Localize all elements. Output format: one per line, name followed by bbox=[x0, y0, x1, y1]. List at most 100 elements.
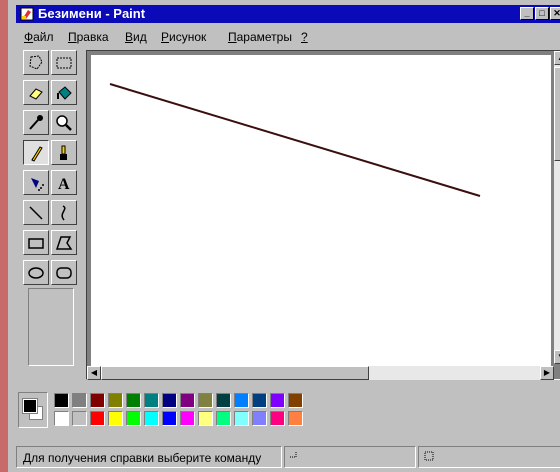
svg-text:A: A bbox=[58, 176, 70, 192]
arrow-left-icon: ◀ bbox=[90, 368, 98, 377]
horizontal-scrollbar[interactable]: ◀ ▶ bbox=[87, 366, 554, 380]
palette-swatch[interactable] bbox=[72, 393, 87, 408]
text-icon: A bbox=[58, 176, 70, 192]
horizontal-scroll-thumb[interactable] bbox=[101, 366, 369, 380]
rectangle-icon bbox=[28, 238, 44, 249]
cursor-position-icon bbox=[290, 451, 297, 458]
menu-view[interactable]: Вид bbox=[125, 30, 147, 44]
palette-swatch[interactable] bbox=[270, 393, 285, 408]
magnifier-icon bbox=[56, 115, 72, 131]
status-size-panel bbox=[418, 446, 560, 468]
tool-free-form-select[interactable] bbox=[23, 50, 49, 75]
palette-swatch[interactable] bbox=[288, 393, 303, 408]
palette-swatch[interactable] bbox=[54, 393, 69, 408]
palette-swatch[interactable] bbox=[180, 393, 195, 408]
eraser-icon bbox=[29, 88, 43, 100]
selection-size-icon bbox=[424, 451, 434, 461]
palette-swatch[interactable] bbox=[144, 393, 159, 408]
palette-swatch[interactable] bbox=[126, 393, 141, 408]
tool-rectangle[interactable] bbox=[23, 230, 49, 255]
palette-swatch[interactable] bbox=[180, 411, 195, 426]
palette-swatch[interactable] bbox=[234, 393, 249, 408]
close-button[interactable]: ✕ bbox=[550, 7, 560, 20]
palette-swatch[interactable] bbox=[144, 411, 159, 426]
menu-help[interactable]: ? bbox=[301, 30, 308, 44]
airbrush-icon bbox=[31, 178, 44, 191]
status-position-panel bbox=[284, 446, 416, 468]
tool-fill[interactable] bbox=[51, 80, 77, 105]
palette-swatch[interactable] bbox=[90, 393, 105, 408]
ellipse-icon bbox=[28, 267, 44, 279]
pencil-icon bbox=[31, 146, 43, 162]
brush-icon bbox=[60, 145, 67, 160]
palette-swatch[interactable] bbox=[288, 411, 303, 426]
tool-polygon[interactable] bbox=[51, 230, 77, 255]
palette-swatch[interactable] bbox=[126, 411, 141, 426]
paint-app-icon bbox=[20, 7, 34, 21]
menu-bar: Файл Правка Вид Рисунок Параметры ? bbox=[16, 28, 560, 48]
paint-window: Безимени - Paint _ □ ✕ Файл Правка Вид Р… bbox=[0, 0, 560, 472]
tool-eraser[interactable] bbox=[23, 80, 49, 105]
palette-swatch[interactable] bbox=[216, 393, 231, 408]
palette-swatch[interactable] bbox=[108, 393, 123, 408]
tool-ellipse[interactable] bbox=[23, 260, 49, 285]
palette-swatch[interactable] bbox=[162, 393, 177, 408]
color-palette bbox=[18, 390, 318, 430]
palette-swatch[interactable] bbox=[54, 411, 69, 426]
palette-swatch[interactable] bbox=[162, 411, 177, 426]
tool-select[interactable] bbox=[51, 50, 77, 75]
maximize-icon: □ bbox=[539, 8, 545, 18]
select-icon bbox=[56, 57, 72, 69]
canvas-area: ▲ ▼ ◀ ▶ bbox=[86, 50, 560, 380]
rounded-rectangle-icon bbox=[56, 267, 72, 279]
free-form-select-icon bbox=[29, 55, 43, 70]
palette-swatch[interactable] bbox=[108, 411, 123, 426]
window-title: Безимени - Paint bbox=[38, 6, 146, 21]
current-colors[interactable] bbox=[18, 392, 48, 428]
tool-pick-color[interactable] bbox=[23, 110, 49, 135]
scroll-right-button[interactable]: ▶ bbox=[540, 366, 554, 380]
minimize-icon: _ bbox=[524, 8, 530, 18]
palette-swatch[interactable] bbox=[198, 393, 213, 408]
polygon-icon bbox=[55, 236, 73, 250]
palette-swatch[interactable] bbox=[72, 411, 87, 426]
pick-color-icon bbox=[29, 115, 43, 130]
vertical-scrollbar[interactable]: ▲ ▼ bbox=[554, 51, 560, 364]
scroll-down-button[interactable]: ▼ bbox=[554, 350, 560, 364]
drawn-line bbox=[109, 83, 481, 197]
arrow-right-icon: ▶ bbox=[543, 368, 551, 377]
tool-curve[interactable] bbox=[51, 200, 77, 225]
status-help-text: Для получения справки выберите команду bbox=[23, 451, 262, 465]
status-bar: Для получения справки выберите команду bbox=[16, 444, 560, 468]
tool-rounded-rectangle[interactable] bbox=[51, 260, 77, 285]
minimize-button[interactable]: _ bbox=[520, 7, 534, 20]
fill-bucket-icon bbox=[57, 86, 72, 100]
menu-image[interactable]: Рисунок bbox=[161, 30, 206, 44]
palette-swatch[interactable] bbox=[90, 411, 105, 426]
title-bar: Безимени - Paint _ □ ✕ bbox=[16, 5, 560, 23]
palette-swatch[interactable] bbox=[252, 393, 267, 408]
scroll-up-button[interactable]: ▲ bbox=[554, 51, 560, 65]
palette-swatch[interactable] bbox=[270, 411, 285, 426]
palette-swatch[interactable] bbox=[216, 411, 231, 426]
curve-icon bbox=[61, 205, 66, 221]
palette-swatch[interactable] bbox=[234, 411, 249, 426]
drawing-canvas[interactable] bbox=[91, 55, 551, 367]
tool-brush[interactable] bbox=[51, 140, 77, 165]
tool-pencil[interactable] bbox=[23, 140, 49, 165]
menu-options[interactable]: Параметры bbox=[228, 30, 292, 44]
vertical-scroll-thumb[interactable] bbox=[554, 67, 560, 161]
tool-text[interactable]: A bbox=[51, 170, 77, 195]
scroll-left-button[interactable]: ◀ bbox=[87, 366, 101, 380]
tool-magnifier[interactable] bbox=[51, 110, 77, 135]
close-icon: ✕ bbox=[553, 8, 560, 18]
tool-options-box[interactable] bbox=[28, 288, 74, 366]
drawing-surface bbox=[109, 83, 481, 197]
tool-line[interactable] bbox=[23, 200, 49, 225]
tool-airbrush[interactable] bbox=[23, 170, 49, 195]
maximize-button[interactable]: □ bbox=[535, 7, 549, 20]
menu-file[interactable]: Файл bbox=[24, 30, 54, 44]
menu-edit[interactable]: Правка bbox=[68, 30, 109, 44]
palette-swatch[interactable] bbox=[252, 411, 267, 426]
palette-swatch[interactable] bbox=[198, 411, 213, 426]
